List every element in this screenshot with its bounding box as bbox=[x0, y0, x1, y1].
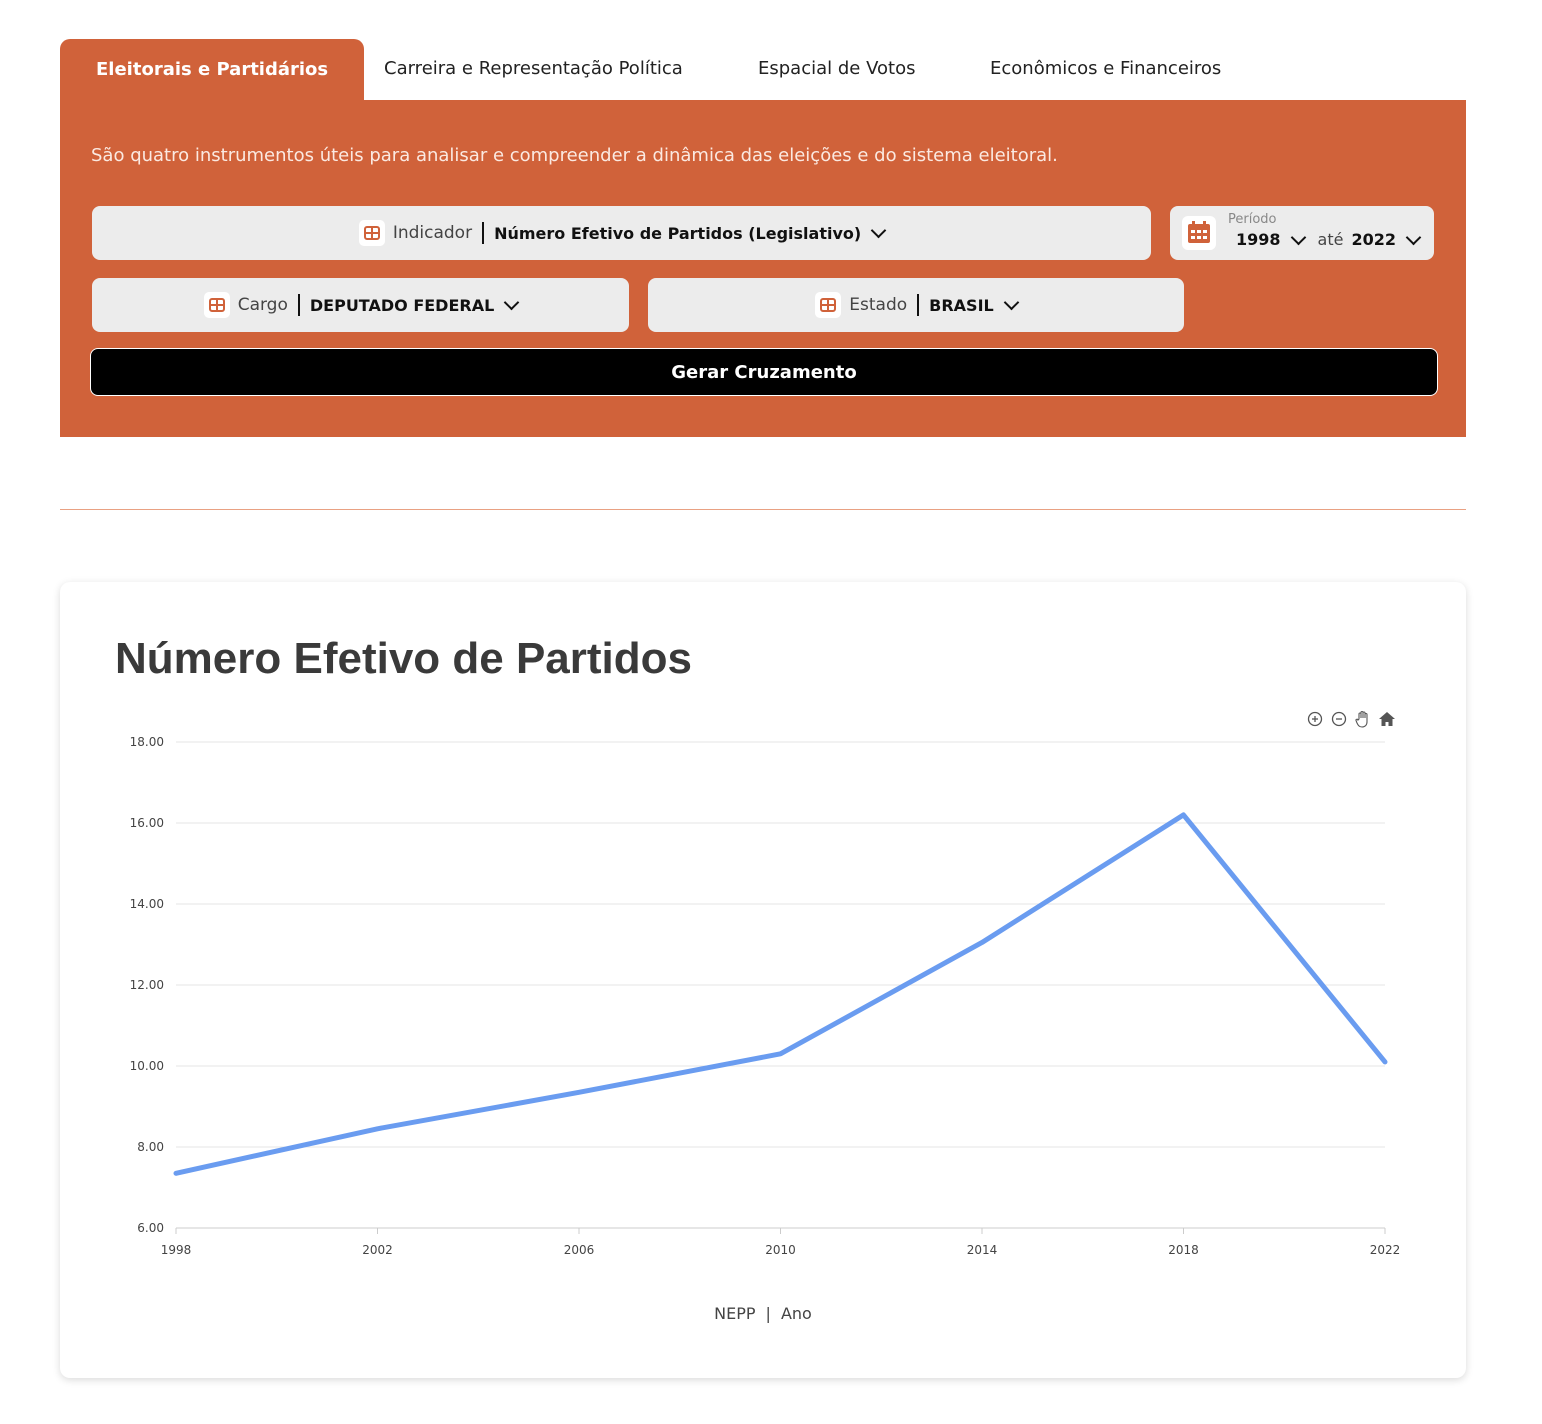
data-point bbox=[577, 1090, 581, 1095]
caption-separator: | bbox=[765, 1304, 771, 1323]
x-tick-label: 1998 bbox=[161, 1243, 192, 1257]
caption-source: NEPP bbox=[714, 1304, 756, 1323]
divider bbox=[60, 509, 1466, 510]
data-point bbox=[375, 1126, 380, 1131]
cargo-value: DEPUTADO FEDERAL bbox=[309, 295, 495, 315]
filter-panel: São quatro instrumentos úteis para anali… bbox=[60, 100, 1466, 437]
estado-label: Estado bbox=[849, 295, 908, 315]
indicador-value: Número Efetivo de Partidos (Legislativo) bbox=[494, 223, 862, 243]
tab-economicos-financeiros[interactable]: Econômicos e Financeiros bbox=[990, 38, 1221, 100]
x-tick-label: 2006 bbox=[564, 1243, 595, 1257]
chevron-down-icon bbox=[1405, 229, 1422, 245]
separator bbox=[482, 222, 485, 244]
caption-axis: Ano bbox=[780, 1304, 812, 1323]
line-chart: 6.00 8.00 10.00 12.00 14.00 16.00 18.00 1998 200… bbox=[130, 735, 1401, 1257]
y-tick-label: 18.00 bbox=[130, 735, 164, 749]
periodo-select[interactable]: Período 1998 até 2022 bbox=[1170, 206, 1434, 260]
tab-bar: Eleitorais e Partidários Carreira e Repr… bbox=[60, 38, 1466, 101]
indicador-label: Indicador bbox=[392, 223, 473, 243]
data-point bbox=[1181, 812, 1186, 817]
chevron-down-icon bbox=[504, 294, 520, 311]
periodo-to-value[interactable]: 2022 bbox=[1351, 230, 1396, 249]
data-point bbox=[778, 1051, 783, 1056]
periodo-label: Período bbox=[1228, 212, 1277, 227]
data-point bbox=[980, 940, 984, 945]
x-tick-label: 2022 bbox=[1370, 1243, 1401, 1257]
y-tick-label: 16.00 bbox=[130, 816, 164, 830]
series-line bbox=[173, 812, 1388, 1176]
y-tick-label: 12.00 bbox=[130, 978, 164, 992]
y-tick-label: 6.00 bbox=[137, 1221, 164, 1235]
chevron-down-icon bbox=[870, 222, 887, 239]
data-point bbox=[1383, 1059, 1387, 1064]
tab-carreira-representacao[interactable]: Carreira e Representação Política bbox=[384, 38, 683, 100]
cargo-label: Cargo bbox=[237, 295, 288, 315]
chevron-down-icon bbox=[1003, 294, 1019, 311]
panel-description: São quatro instrumentos úteis para anali… bbox=[91, 145, 1058, 166]
indicador-select[interactable]: Indicador Número Efetivo de Partidos (Le… bbox=[92, 206, 1151, 260]
x-tick-label: 2014 bbox=[967, 1243, 998, 1257]
data-point bbox=[174, 1171, 178, 1176]
tab-espacial-votos[interactable]: Espacial de Votos bbox=[758, 38, 915, 100]
y-tick-label: 14.00 bbox=[130, 897, 164, 911]
y-tick-label: 10.00 bbox=[130, 1059, 164, 1073]
separator bbox=[917, 294, 920, 316]
table-icon bbox=[358, 220, 385, 246]
separator bbox=[297, 294, 300, 316]
periodo-from-value[interactable]: 1998 bbox=[1236, 230, 1281, 249]
x-tick-label: 2002 bbox=[362, 1243, 393, 1257]
periodo-ate-label: até bbox=[1317, 230, 1344, 249]
y-tick-label: 8.00 bbox=[137, 1140, 164, 1154]
gerar-cruzamento-button[interactable]: Gerar Cruzamento bbox=[90, 348, 1438, 396]
calendar-icon bbox=[1182, 216, 1216, 250]
chart-card: Número Efetivo de Partidos 6.00 8.00 10.00… bbox=[60, 582, 1466, 1378]
cargo-select[interactable]: Cargo DEPUTADO FEDERAL bbox=[92, 278, 629, 332]
x-axis-caption: NEPP | Ano bbox=[60, 1304, 1466, 1323]
x-tick-label: 2018 bbox=[1168, 1243, 1199, 1257]
table-icon bbox=[203, 292, 230, 318]
tab-eleitorais-partidarios[interactable]: Eleitorais e Partidários bbox=[60, 39, 365, 101]
x-tick-label: 2010 bbox=[765, 1243, 796, 1257]
estado-select[interactable]: Estado BRASIL bbox=[648, 278, 1184, 332]
estado-value: BRASIL bbox=[929, 295, 994, 315]
table-icon bbox=[815, 292, 842, 318]
chevron-down-icon bbox=[1290, 229, 1306, 245]
